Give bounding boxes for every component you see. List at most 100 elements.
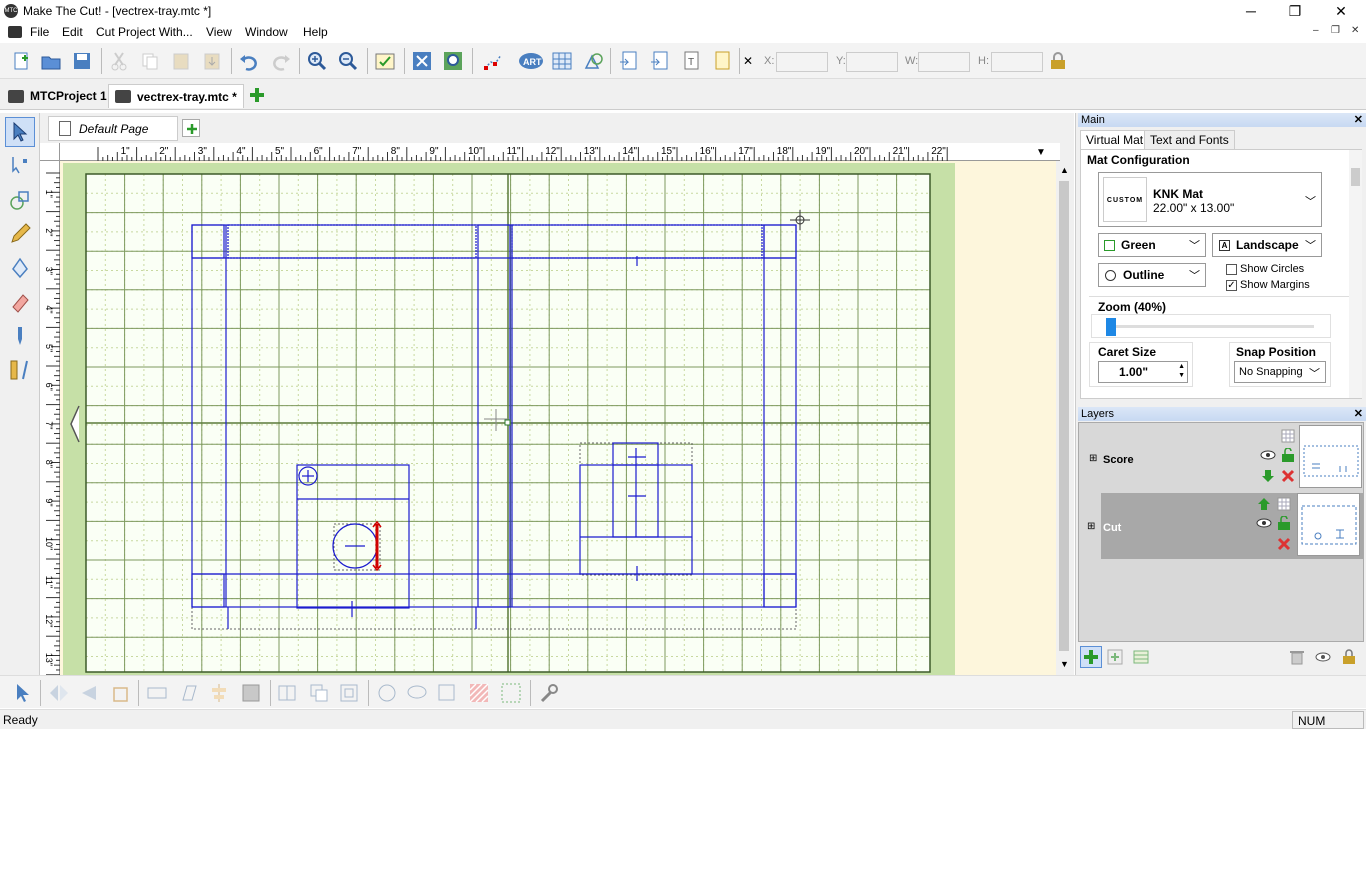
mat-select[interactable]: CUSTOM KNK Mat 22.00" x 13.00" ﹀ — [1098, 172, 1322, 227]
save-icon[interactable] — [69, 48, 95, 74]
wrench-icon[interactable] — [536, 680, 562, 706]
page-properties-icon[interactable] — [372, 48, 398, 74]
new-file-icon[interactable] — [8, 48, 34, 74]
menu-file[interactable]: File — [30, 25, 49, 39]
dotted-grid-icon[interactable] — [498, 680, 524, 706]
expand-icon[interactable]: ⊞ — [1087, 521, 1095, 532]
minimize-button[interactable]: ─ — [1228, 0, 1274, 22]
flip-vertical-icon[interactable] — [76, 680, 102, 706]
pencil-tool-icon[interactable] — [5, 219, 35, 249]
copy-icon[interactable] — [137, 48, 163, 74]
flip-horizontal-icon[interactable] — [46, 680, 72, 706]
mat-color-select[interactable]: Green ﹀ — [1098, 233, 1206, 257]
tab-text-and-fonts[interactable]: Text and Fonts — [1144, 130, 1235, 150]
mat-drawing[interactable] — [60, 161, 1056, 675]
document-icon[interactable] — [8, 26, 22, 38]
lock-open-icon[interactable] — [1275, 514, 1293, 532]
width-input[interactable] — [918, 52, 970, 72]
redo-icon[interactable] — [268, 48, 294, 74]
import-cut-file-icon[interactable] — [709, 48, 735, 74]
y-input[interactable] — [846, 52, 898, 72]
add-project-icon[interactable] — [244, 82, 270, 108]
layer-group-icon[interactable] — [1132, 648, 1150, 666]
ungroup-icon[interactable] — [336, 680, 362, 706]
undo-icon[interactable] — [236, 48, 262, 74]
import-pdf-icon[interactable] — [647, 48, 673, 74]
mdi-minimize-button[interactable]: – — [1313, 25, 1319, 36]
group-icon[interactable] — [306, 680, 332, 706]
maximize-button[interactable]: ❐ — [1272, 0, 1318, 22]
tab-default-page[interactable]: Default Page — [48, 116, 178, 141]
paste-in-place-icon[interactable] — [199, 48, 225, 74]
node-circle-icon[interactable] — [374, 680, 400, 706]
layer-row-score[interactable]: ⊞ Score — [1081, 425, 1365, 491]
mdi-restore-button[interactable]: ❐ — [1331, 25, 1340, 36]
tab-vectrex-tray[interactable]: vectrex-tray.mtc * — [108, 84, 244, 108]
layer-settings-icon[interactable] — [1275, 495, 1293, 513]
measure-tool-icon[interactable] — [5, 355, 35, 385]
scale-icon[interactable] — [144, 680, 170, 706]
lock-aspect-icon[interactable] — [1045, 48, 1071, 74]
scroll-down-icon[interactable]: ▼ — [1060, 659, 1069, 669]
spinner-arrows-icon[interactable]: ▲ ▼ — [1178, 362, 1185, 380]
node-select-tool-icon[interactable] — [5, 151, 35, 181]
main-panel-close-icon[interactable]: ✕ — [1354, 113, 1363, 127]
shadow-icon[interactable] — [238, 680, 264, 706]
zoom-slider-thumb[interactable] — [1106, 318, 1116, 336]
rotate-icon[interactable] — [106, 680, 132, 706]
menu-cut-project-with[interactable]: Cut Project With... — [96, 25, 193, 39]
shape-tool-icon[interactable] — [5, 185, 35, 215]
zoom-out-icon[interactable] — [335, 48, 361, 74]
scroll-thumb[interactable] — [1059, 181, 1069, 651]
lock-all-icon[interactable] — [1340, 648, 1358, 666]
layer-settings-icon[interactable] — [1279, 427, 1297, 445]
frame-icon[interactable] — [434, 680, 460, 706]
show-margins-checkbox[interactable]: ✓ Show Margins — [1226, 279, 1310, 291]
align-icon[interactable] — [206, 680, 232, 706]
image-search-icon[interactable] — [440, 48, 466, 74]
close-button[interactable]: ✕ — [1318, 0, 1364, 22]
scroll-up-icon[interactable]: ▲ — [1060, 165, 1069, 175]
delete-layer-icon[interactable] — [1275, 535, 1293, 553]
caret-size-input[interactable]: 1.00" ▲ ▼ — [1098, 361, 1188, 383]
grid-library-icon[interactable] — [549, 48, 575, 74]
toolbar-close-icon[interactable]: ✕ — [741, 48, 755, 74]
settings-scrollbar[interactable] — [1349, 150, 1362, 398]
mdi-close-button[interactable]: ✕ — [1351, 25, 1359, 36]
lock-open-icon[interactable] — [1279, 446, 1297, 464]
tab-virtual-mat[interactable]: Virtual Mat — [1080, 130, 1150, 150]
display-mode-select[interactable]: Outline ﹀ — [1098, 263, 1206, 287]
tab-mtcproject-1[interactable]: MTCProject 1 — [2, 84, 113, 108]
show-all-eye-icon[interactable] — [1314, 648, 1332, 666]
weld-icon[interactable] — [274, 680, 300, 706]
add-page-icon[interactable] — [182, 119, 200, 137]
trash-icon[interactable] — [1288, 648, 1306, 666]
zoom-in-icon[interactable] — [304, 48, 330, 74]
import-svg-icon[interactable] — [616, 48, 642, 74]
pen-tool-icon[interactable] — [5, 253, 35, 283]
node-edit-icon[interactable] — [480, 48, 506, 74]
menu-help[interactable]: Help — [303, 25, 328, 39]
delete-layer-icon[interactable] — [1279, 467, 1297, 485]
menu-view[interactable]: View — [206, 25, 232, 39]
add-sublayer-icon[interactable] — [1106, 648, 1124, 666]
expand-icon[interactable]: ⊞ — [1089, 453, 1097, 464]
eraser-tool-icon[interactable] — [5, 287, 35, 317]
settings-scroll-thumb[interactable] — [1351, 168, 1360, 186]
paste-icon[interactable] — [168, 48, 194, 74]
visibility-eye-icon[interactable] — [1255, 514, 1273, 532]
select-tool-icon[interactable] — [5, 117, 35, 147]
vertical-scrollbar[interactable]: ▲ ▼ — [1056, 161, 1074, 675]
open-folder-icon[interactable] — [38, 48, 64, 74]
x-input[interactable] — [776, 52, 828, 72]
trace-icon[interactable] — [409, 48, 435, 74]
ruler-dropdown-icon[interactable]: ▼ — [1036, 147, 1046, 158]
skew-icon[interactable] — [176, 680, 202, 706]
select-arrow-icon[interactable] — [10, 680, 36, 706]
ruler-corner[interactable] — [40, 143, 60, 161]
layer-row-cut[interactable]: ⊞ Cut — [1087, 493, 1363, 559]
visibility-eye-icon[interactable] — [1259, 446, 1277, 464]
move-down-icon[interactable] — [1259, 467, 1277, 485]
orientation-select[interactable]: A Landscape ﹀ — [1212, 233, 1322, 257]
art-library-icon[interactable]: ART — [518, 48, 544, 74]
